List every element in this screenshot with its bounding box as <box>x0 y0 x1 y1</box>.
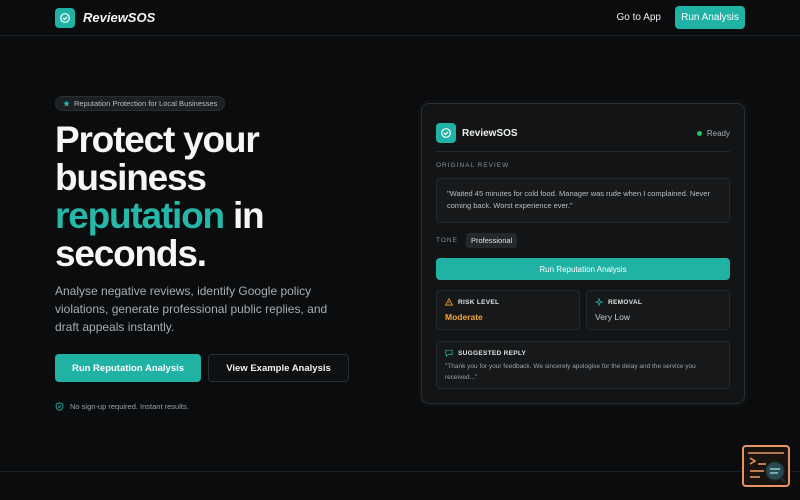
status-dot-icon <box>696 130 702 136</box>
status-text: Ready <box>706 128 730 138</box>
card-brand: ReviewSOS <box>436 123 518 143</box>
suggested-reply-text: "Thank you for your feedback. We sincere… <box>445 363 696 381</box>
suggested-reply-panel: SUGGESTED REPLY "Thank you for your feed… <box>436 341 730 389</box>
analysis-preview-card: ReviewSOS Ready ORIGINAL REVIEW "Waited … <box>421 103 745 404</box>
chat-bubble-icon <box>445 349 453 357</box>
original-review-text: "Waited 45 minutes for cold food. Manage… <box>436 178 730 223</box>
view-example-analysis-button[interactable]: View Example Analysis <box>208 354 349 382</box>
hero-title-line-4: seconds. <box>55 233 207 274</box>
section-divider <box>0 471 800 472</box>
removal-value: Very Low <box>595 312 630 322</box>
run-reputation-analysis-button[interactable]: Run Reputation Analysis <box>55 354 201 382</box>
card-divider <box>436 151 730 152</box>
hero-title-line-3: reputation in <box>55 197 395 235</box>
warning-triangle-icon <box>445 298 453 306</box>
run-analysis-button[interactable]: Run Analysis <box>675 6 745 29</box>
removal-panel: REMOVAL Very Low <box>586 290 730 330</box>
removal-label-row: REMOVAL <box>595 298 721 306</box>
hero-badge: Reputation Protection for Local Business… <box>55 96 226 111</box>
risk-level-value: Moderate <box>445 312 483 322</box>
original-review-label: ORIGINAL REVIEW <box>436 162 510 169</box>
logo-shield-check-icon <box>55 7 75 28</box>
hero-title-in: in <box>223 195 265 236</box>
tone-label: TONE <box>436 237 458 244</box>
removal-label: REMOVAL <box>608 298 643 306</box>
no-signup-note: No sign-up required. Instant results. <box>55 402 189 411</box>
hero-subtitle: Analyse negative reviews, identify Googl… <box>55 284 328 334</box>
risk-level-label: RISK LEVEL <box>458 298 500 306</box>
sparkle-icon <box>595 298 603 306</box>
risk-level-panel: RISK LEVEL Moderate <box>436 290 580 330</box>
brand[interactable]: ReviewSOS <box>55 7 156 28</box>
star-icon <box>63 100 70 107</box>
nav: Go to App Run Analysis <box>617 6 745 29</box>
card-logo-shield-check-icon <box>436 123 456 143</box>
risk-level-label-row: RISK LEVEL <box>445 298 571 306</box>
suggested-reply-label: SUGGESTED REPLY <box>458 349 527 357</box>
suggested-reply-label-row: SUGGESTED REPLY <box>445 349 721 357</box>
tone-selector[interactable]: Professional <box>465 233 518 248</box>
tone-row: TONE Professional <box>436 233 518 248</box>
top-nav-bar: ReviewSOS Go to App Run Analysis <box>0 0 800 36</box>
hero-title: Protect your business reputation in seco… <box>55 121 395 273</box>
card-run-analysis-button[interactable]: Run Reputation Analysis <box>436 258 730 280</box>
go-to-app-link[interactable]: Go to App <box>617 12 661 23</box>
hero-title-line-2: business <box>55 157 207 198</box>
hero-title-line-1: Protect your <box>55 119 260 160</box>
card-brand-name: ReviewSOS <box>462 127 518 139</box>
hero-title-highlight: reputation <box>55 195 225 236</box>
status-indicator: Ready <box>696 128 730 138</box>
shield-check-icon <box>55 402 64 411</box>
card-header: ReviewSOS Ready <box>436 119 730 147</box>
no-signup-note-text: No sign-up required. Instant results. <box>70 402 189 411</box>
brand-name: ReviewSOS <box>83 10 156 25</box>
terminal-search-icon[interactable] <box>742 445 790 487</box>
hero-badge-text: Reputation Protection for Local Business… <box>74 99 218 108</box>
